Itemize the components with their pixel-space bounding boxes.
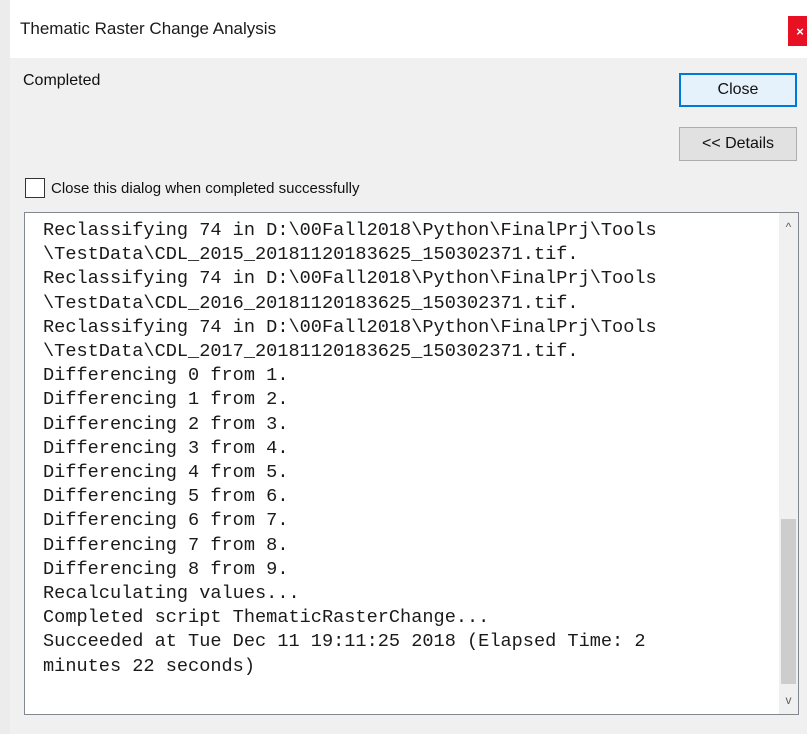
close-when-completed-checkbox[interactable] [25, 178, 45, 198]
output-line: Differencing 2 from 3. [43, 413, 289, 435]
output-line: Differencing 6 from 7. [43, 510, 289, 532]
output-line: Succeeded at Tue Dec 11 19:11:25 2018 (E… [43, 631, 646, 653]
scroll-thumb[interactable] [781, 519, 796, 684]
output-line: minutes 22 seconds) [43, 655, 256, 677]
output-line: Differencing 3 from 4. [43, 437, 289, 459]
output-line: Reclassifying 74 in D:\00Fall2018\Python… [43, 268, 657, 290]
output-line: Reclassifying 74 in D:\00Fall2018\Python… [43, 316, 657, 338]
close-when-completed-option[interactable]: Close this dialog when completed success… [25, 178, 360, 198]
output-line: Differencing 1 from 2. [43, 389, 289, 411]
output-line: Reclassifying 74 in D:\00Fall2018\Python… [43, 220, 657, 241]
close-when-completed-label: Close this dialog when completed success… [51, 179, 360, 197]
output-line: \TestData\CDL_2015_20181120183625_150302… [43, 244, 579, 266]
scroll-up-icon[interactable]: ^ [779, 217, 798, 237]
close-button[interactable]: Close [679, 73, 797, 107]
output-line: Differencing 4 from 5. [43, 462, 289, 484]
close-window-icon[interactable]: × [788, 16, 807, 46]
output-line: Differencing 7 from 8. [43, 534, 289, 556]
output-line: Differencing 0 from 1. [43, 365, 289, 387]
scroll-down-icon[interactable]: v [779, 690, 798, 710]
window-title: Thematic Raster Change Analysis [20, 19, 277, 38]
output-line: \TestData\CDL_2017_20181120183625_150302… [43, 341, 579, 363]
output-line: Completed script ThematicRasterChange... [43, 607, 490, 629]
status-label: Completed [23, 72, 101, 89]
progress-dialog: Thematic Raster Change Analysis × Comple… [10, 0, 807, 734]
output-line: Differencing 8 from 9. [43, 558, 289, 580]
message-output-box[interactable]: Reclassifying 74 in D:\00Fall2018\Python… [24, 212, 799, 715]
output-line: Recalculating values... [43, 583, 300, 605]
output-line: Differencing 5 from 6. [43, 486, 289, 508]
message-lines: Reclassifying 74 in D:\00Fall2018\Python… [43, 219, 765, 679]
details-toggle-button[interactable]: << Details [679, 127, 797, 161]
output-line: \TestData\CDL_2016_20181120183625_150302… [43, 292, 579, 314]
title-bar: Thematic Raster Change Analysis × [10, 0, 807, 58]
vertical-scrollbar[interactable]: ^ v [779, 213, 798, 714]
